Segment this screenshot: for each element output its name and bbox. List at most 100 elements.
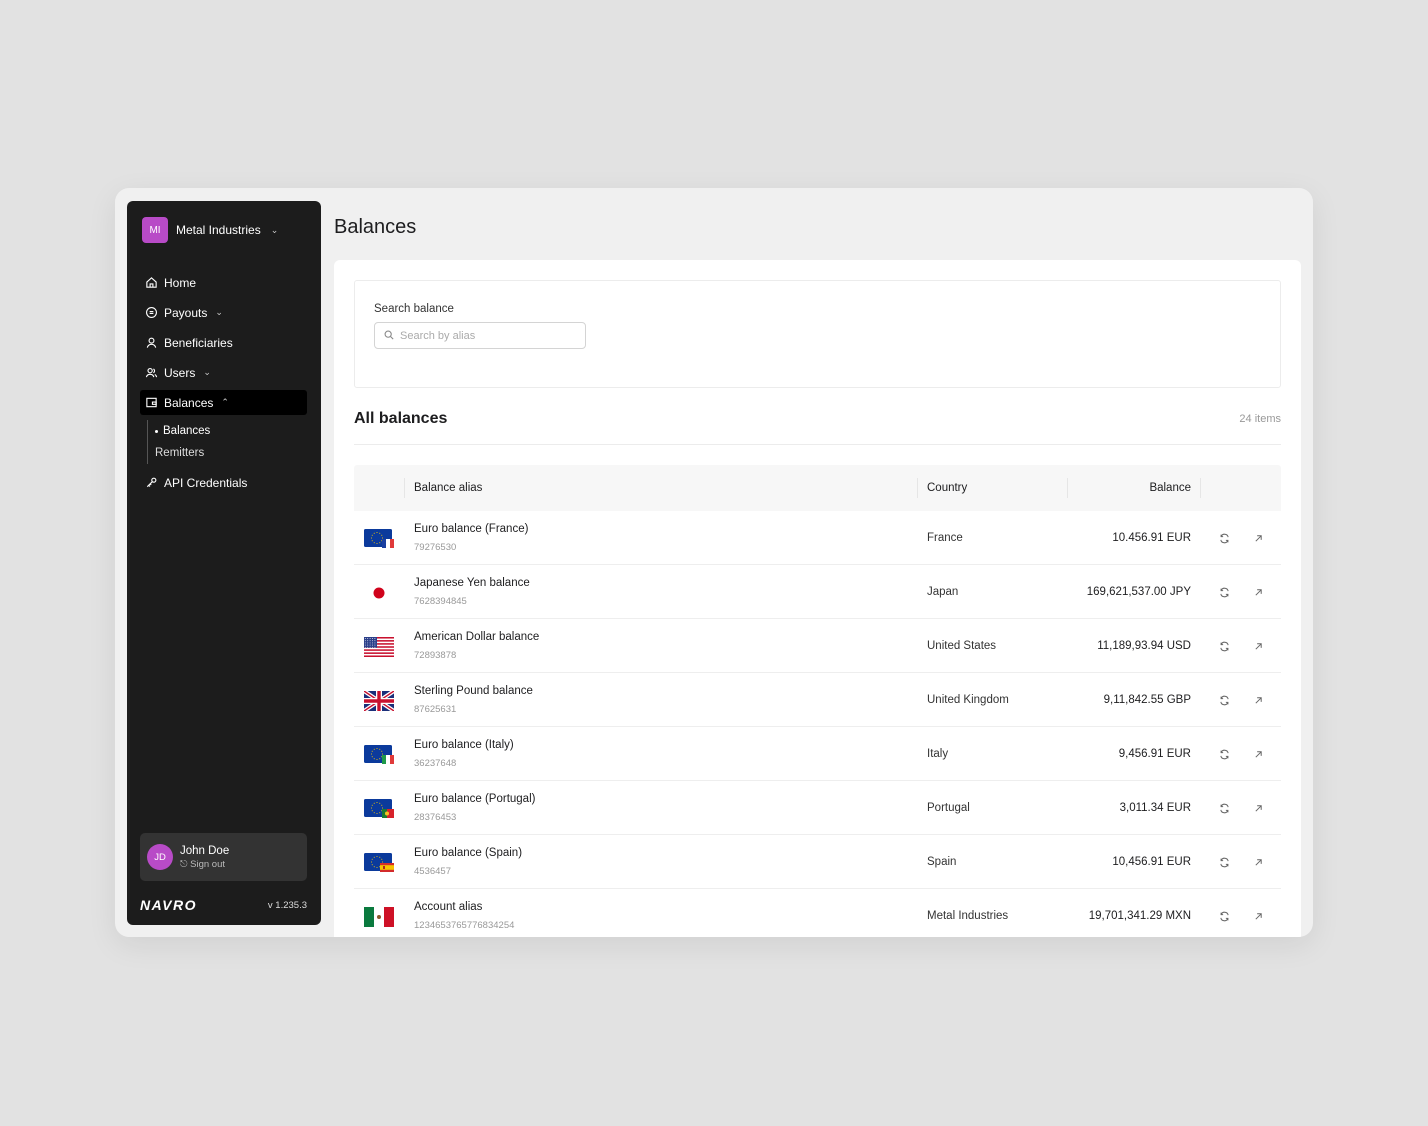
- table-row[interactable]: Japanese Yen balance 7628394845 Japan 16…: [354, 565, 1281, 619]
- refresh-icon[interactable]: [1217, 747, 1231, 761]
- arrow-up-right-icon[interactable]: [1251, 801, 1265, 815]
- arrow-up-right-icon[interactable]: [1251, 585, 1265, 599]
- balance-amount: 3,011.34 EUR: [1119, 802, 1191, 814]
- nav-item-beneficiaries[interactable]: Beneficiaries: [140, 330, 307, 355]
- balance-alias: Euro balance (France): [414, 523, 529, 535]
- items-count: 24 items: [1239, 413, 1281, 425]
- table-row[interactable]: Euro balance (Italy) 36237648 Italy 9,45…: [354, 727, 1281, 781]
- brand-logo: NAVRO: [140, 897, 198, 913]
- arrow-up-right-icon[interactable]: [1251, 639, 1265, 653]
- nav-label-balances: Balances: [164, 395, 214, 410]
- search-card: Search balance: [354, 280, 1281, 388]
- divider: [354, 444, 1281, 445]
- refresh-icon[interactable]: [1217, 801, 1231, 815]
- account-number: 79276530: [414, 542, 457, 553]
- refresh-icon[interactable]: [1217, 585, 1231, 599]
- arrow-up-right-icon[interactable]: [1251, 855, 1265, 869]
- country: Italy: [927, 748, 949, 760]
- balance-amount: 19,701,341.29 MXN: [1088, 910, 1191, 922]
- column-separator: [404, 478, 405, 498]
- account-number: 87625631: [414, 704, 457, 715]
- chevron-down-icon: ⌄: [215, 307, 223, 317]
- country: Metal Industries: [927, 910, 1009, 922]
- nav-item-home[interactable]: Home: [140, 270, 307, 295]
- balances-submenu: Balances Remitters: [147, 420, 307, 464]
- chevron-down-icon: ⌄: [203, 367, 211, 377]
- balance-amount: 11,189,93.94 USD: [1097, 640, 1191, 652]
- arrow-up-right-icon[interactable]: [1251, 693, 1265, 707]
- sign-out-link[interactable]: ⎋ Sign out: [180, 859, 229, 870]
- nav-label-users: Users: [164, 365, 196, 380]
- app-version: v 1.235.3: [267, 899, 307, 911]
- account-number: 7628394845: [414, 596, 467, 607]
- nav-item-balances[interactable]: Balances ⌃: [140, 390, 307, 415]
- search-label: Search balance: [374, 303, 454, 315]
- flag-mx-icon: [364, 907, 394, 927]
- nav-item-payouts[interactable]: Payouts ⌄: [140, 300, 307, 325]
- home-icon: [144, 276, 158, 290]
- app-window: MI Metal Industries ⌄ Home Payouts ⌄ Ben…: [115, 188, 1313, 937]
- balance-alias: Euro balance (Spain): [414, 847, 523, 859]
- table-row[interactable]: Euro balance (France) 79276530 France 10…: [354, 511, 1281, 565]
- table-row[interactable]: Euro balance (Portugal) 28376453 Portuga…: [354, 781, 1281, 835]
- main-panel: Search balance All balances 24 items Bal…: [334, 260, 1301, 937]
- page-title: Balances: [334, 216, 417, 238]
- nav-label-home: Home: [164, 275, 197, 290]
- balance-alias: Sterling Pound balance: [414, 685, 533, 697]
- nav-label-api: API Credentials: [164, 475, 248, 490]
- subnav-label-remitters: Remitters: [155, 447, 205, 459]
- chevron-down-icon: ⌄: [270, 224, 279, 235]
- nav-label-payouts: Payouts: [164, 305, 208, 320]
- user-card: JD John Doe ⎋ Sign out: [140, 833, 307, 881]
- balance-amount: 169,621,537.00 JPY: [1086, 586, 1191, 598]
- balances-table: Balance alias Country Balance Euro balan…: [354, 465, 1281, 937]
- refresh-icon[interactable]: [1217, 909, 1231, 923]
- user-name: John Doe: [180, 844, 230, 857]
- refresh-icon[interactable]: [1217, 531, 1231, 545]
- country: France: [927, 532, 963, 544]
- flag-eu-es-icon: [364, 853, 394, 873]
- table-row[interactable]: Sterling Pound balance 87625631 United K…: [354, 673, 1281, 727]
- refresh-icon[interactable]: [1217, 855, 1231, 869]
- header-balance[interactable]: Balance: [1149, 482, 1191, 494]
- account-number: 4536457: [414, 866, 451, 877]
- account-number: 28376453: [414, 812, 457, 823]
- org-name: Metal Industries: [176, 223, 261, 237]
- table-row[interactable]: Account alias 1234653765776834254 Metal …: [354, 889, 1281, 937]
- balance-alias: American Dollar balance: [414, 631, 540, 643]
- refresh-icon[interactable]: [1217, 693, 1231, 707]
- logout-icon: ⎋: [180, 858, 188, 870]
- balance-amount: 10,456.91 EUR: [1112, 856, 1191, 868]
- header-country[interactable]: Country: [927, 482, 967, 494]
- search-input[interactable]: [400, 329, 570, 342]
- sidebar: MI Metal Industries ⌄ Home Payouts ⌄ Ben…: [127, 201, 321, 925]
- active-dot: [155, 429, 158, 433]
- flag-eu-pt-icon: [364, 799, 394, 819]
- country: United Kingdom: [927, 694, 1009, 706]
- org-avatar: MI: [142, 217, 168, 243]
- table-row[interactable]: American Dollar balance 72893878 United …: [354, 619, 1281, 673]
- nav-item-api-credentials[interactable]: API Credentials: [140, 470, 307, 495]
- search-box[interactable]: [374, 322, 586, 349]
- arrow-up-right-icon[interactable]: [1251, 747, 1265, 761]
- sidebar-footer: NAVRO v 1.235.3: [140, 897, 307, 913]
- chevron-up-icon: ⌃: [221, 397, 229, 407]
- subnav-item-remitters[interactable]: Remitters: [155, 442, 307, 464]
- arrow-up-right-icon[interactable]: [1251, 909, 1265, 923]
- balance-alias: Euro balance (Portugal): [414, 793, 536, 805]
- nav-item-users[interactable]: Users ⌄: [140, 360, 307, 385]
- users-icon: [144, 366, 158, 380]
- balance-alias: Euro balance (Italy): [414, 739, 514, 751]
- org-switcher[interactable]: MI Metal Industries ⌄: [142, 217, 278, 243]
- payouts-icon: [144, 306, 158, 320]
- table-row[interactable]: Euro balance (Spain) 4536457 Spain 10,45…: [354, 835, 1281, 889]
- subnav-item-balances[interactable]: Balances: [155, 420, 307, 442]
- main-nav: Home Payouts ⌄ Beneficiaries Users ⌄ Bal…: [140, 270, 307, 500]
- subnav-label-balances: Balances: [163, 425, 211, 437]
- refresh-icon[interactable]: [1217, 639, 1231, 653]
- header-alias[interactable]: Balance alias: [414, 482, 482, 494]
- key-icon: [144, 476, 158, 490]
- balance-alias: Japanese Yen balance: [414, 577, 530, 589]
- arrow-up-right-icon[interactable]: [1251, 531, 1265, 545]
- table-header: Balance alias Country Balance: [354, 465, 1281, 511]
